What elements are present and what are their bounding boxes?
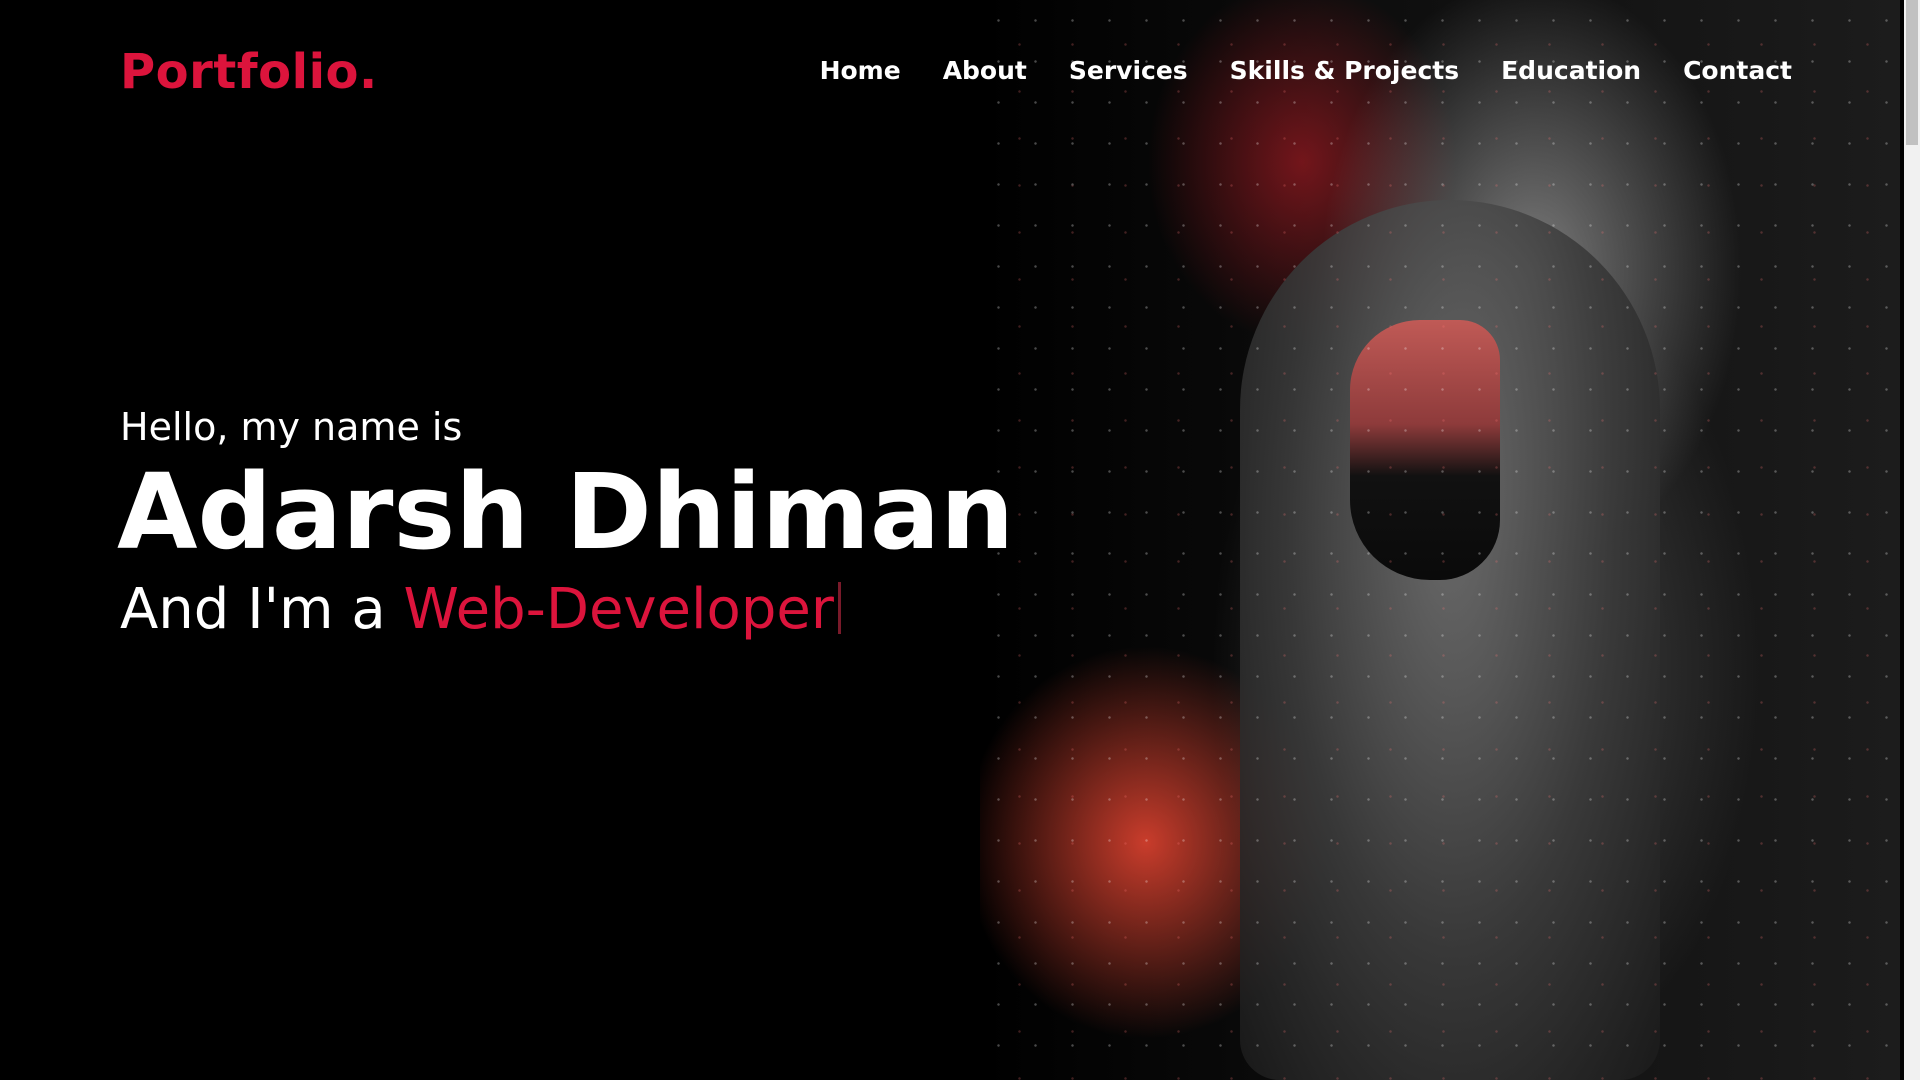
hero-role-prefix: And I'm a bbox=[120, 577, 404, 643]
logo[interactable]: Portfolio. bbox=[120, 44, 378, 100]
nav-item-about[interactable]: About bbox=[943, 56, 1027, 85]
nav-item-services[interactable]: Services bbox=[1069, 56, 1188, 85]
hero-image bbox=[980, 0, 1900, 1080]
hero-text: Hello, my name is Adarsh Dhiman And I'm … bbox=[117, 405, 1015, 642]
nav-item-skills-projects[interactable]: Skills & Projects bbox=[1230, 56, 1459, 85]
hero-role-typed: Web-Developer bbox=[403, 577, 834, 643]
nav-item-contact[interactable]: Contact bbox=[1683, 56, 1792, 85]
typing-cursor bbox=[837, 582, 841, 635]
hero-role-line: And I'm a Web-Developer bbox=[120, 577, 1014, 642]
hero-name: Adarsh Dhiman bbox=[117, 451, 1015, 573]
page: Portfolio. Home About Services Skills & … bbox=[0, 0, 1920, 1080]
scrollbar[interactable] bbox=[1904, 0, 1920, 1080]
nav-item-home[interactable]: Home bbox=[820, 56, 901, 85]
particle-overlay bbox=[980, 0, 1900, 1080]
main-nav: Home About Services Skills & Projects Ed… bbox=[820, 56, 1792, 85]
nav-item-education[interactable]: Education bbox=[1501, 56, 1641, 85]
scrollbar-thumb[interactable] bbox=[1906, 0, 1918, 145]
hero-greeting: Hello, my name is bbox=[120, 405, 463, 449]
